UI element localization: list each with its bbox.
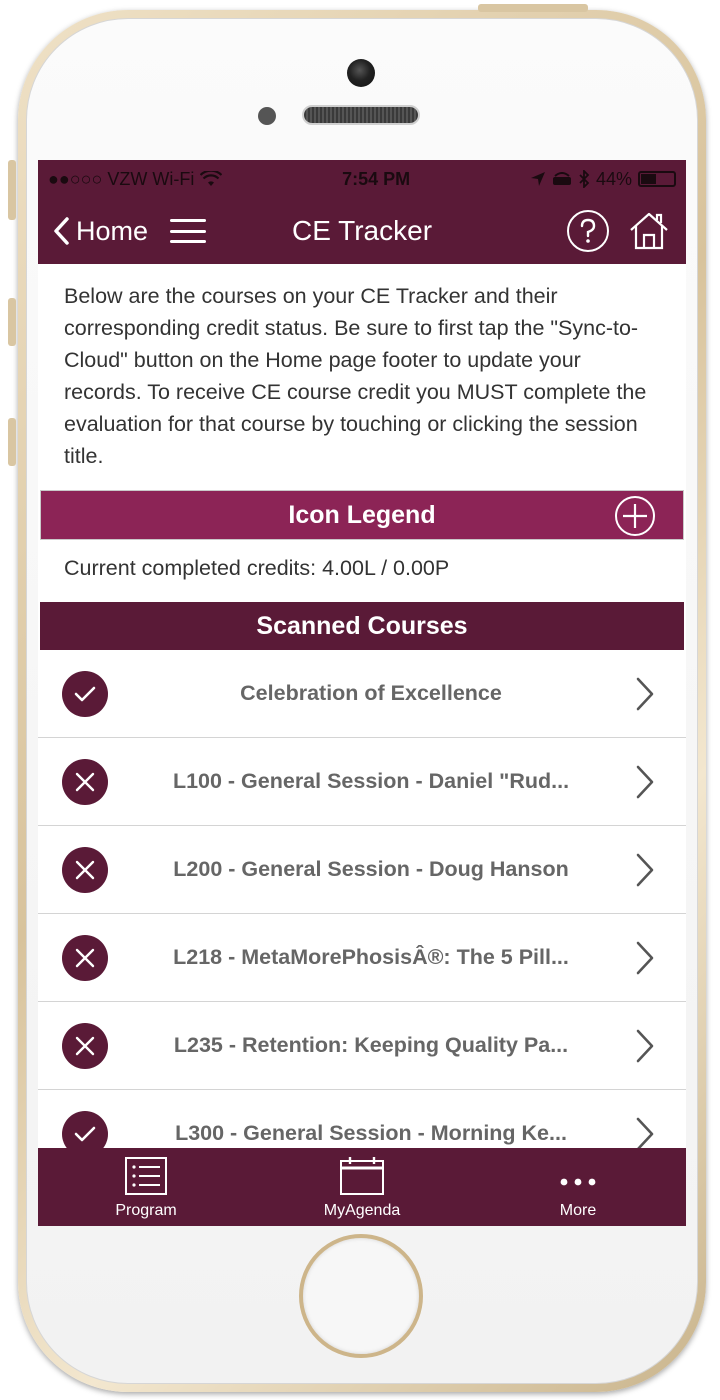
icon-legend-title: Icon Legend	[288, 500, 436, 529]
chevron-right-icon	[636, 1029, 654, 1062]
course-title: L235 - Retention: Keeping Quality Pa...	[173, 1033, 569, 1057]
chevron-right-icon	[636, 1117, 654, 1150]
scanned-courses-header: Scanned Courses	[40, 602, 684, 650]
proximity-sensor	[258, 107, 276, 125]
scanned-courses-title: Scanned Courses	[256, 611, 468, 640]
more-icon	[560, 1178, 596, 1186]
back-button[interactable]: Home	[52, 216, 148, 247]
tab-more-label: More	[559, 1202, 597, 1219]
course-title: L300 - General Session - Morning Ke...	[175, 1121, 567, 1145]
nav-bar: Home CE Tracker	[38, 198, 686, 264]
course-title: L100 - General Session - Daniel "Rud...	[172, 769, 570, 793]
volume-down-button	[8, 418, 16, 466]
carrier-label: ●●○○○ VZW Wi-Fi	[48, 168, 195, 189]
location-arrow-icon	[530, 172, 545, 186]
course-title: L218 - MetaMorePhosisÂ®: The 5 Pill...	[173, 945, 569, 969]
tty-icon	[552, 172, 571, 185]
chevron-left-icon	[54, 217, 69, 245]
chevron-right-icon	[636, 765, 654, 798]
x-mark-icon	[62, 846, 108, 893]
course-row[interactable]: L100 - General Session - Daniel "Rud...	[38, 738, 686, 826]
battery-icon	[638, 171, 676, 187]
chevron-right-icon	[636, 853, 654, 886]
chevron-right-icon	[636, 677, 654, 710]
course-row[interactable]: Celebration of Excellence	[38, 650, 686, 738]
course-list: Celebration of Excellence L100 - General…	[38, 650, 686, 1178]
wifi-icon	[200, 171, 223, 186]
course-row[interactable]: L200 - General Session - Doug Hanson	[38, 826, 686, 914]
chevron-right-icon	[636, 941, 654, 974]
icon-legend-header[interactable]: Icon Legend	[40, 490, 684, 540]
checkmark-icon	[62, 670, 108, 717]
course-title: Celebration of Excellence	[240, 681, 502, 705]
tab-program-label: Program	[115, 1202, 177, 1219]
front-camera	[347, 59, 375, 87]
calendar-icon	[340, 1157, 384, 1195]
bottom-tab-bar: Program MyAgenda More	[38, 1148, 686, 1226]
plus-circle-icon[interactable]	[611, 495, 659, 537]
home-hardware-button[interactable]	[299, 1234, 423, 1358]
tab-more[interactable]: More	[470, 1148, 686, 1226]
battery-percent: 44%	[595, 168, 632, 189]
x-mark-icon	[62, 758, 108, 805]
intro-text: Below are the courses on your CE Tracker…	[64, 284, 647, 468]
tab-myagenda-label: MyAgenda	[323, 1202, 401, 1219]
course-title: L200 - General Session - Doug Hanson	[173, 857, 569, 881]
silent-switch	[8, 160, 16, 220]
earpiece-speaker	[302, 105, 420, 125]
volume-up-button	[8, 298, 16, 346]
x-mark-icon	[62, 934, 108, 981]
power-button	[478, 4, 588, 12]
hamburger-menu-icon[interactable]	[170, 219, 207, 243]
bluetooth-icon	[579, 170, 590, 188]
completed-credits: Current completed credits: 4.00L / 0.00P	[64, 556, 450, 580]
course-row[interactable]: L218 - MetaMorePhosisÂ®: The 5 Pill...	[38, 914, 686, 1002]
course-row[interactable]: L235 - Retention: Keeping Quality Pa...	[38, 1002, 686, 1090]
back-label: Home	[76, 215, 149, 246]
status-bar: ●●○○○ VZW Wi-Fi 7:54 PM 44%	[38, 160, 686, 198]
help-icon[interactable]	[566, 209, 610, 253]
x-mark-icon	[62, 1022, 108, 1069]
clock: 7:54 PM	[342, 168, 411, 189]
app-screen: ●●○○○ VZW Wi-Fi 7:54 PM 44% Home CE Trac…	[38, 160, 686, 1226]
home-icon[interactable]	[628, 211, 670, 251]
list-icon	[125, 1157, 167, 1195]
tab-program[interactable]: Program	[38, 1148, 254, 1226]
tab-myagenda[interactable]: MyAgenda	[254, 1148, 470, 1226]
